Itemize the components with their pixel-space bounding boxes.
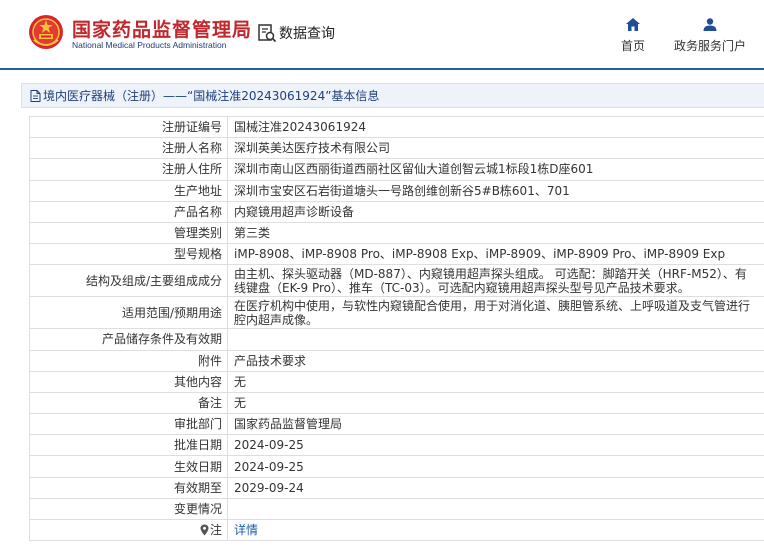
field-value	[227, 328, 764, 351]
field-value: iMP-8908、iMP-8908 Pro、iMP-8908 Exp、iMP-8…	[227, 243, 764, 266]
data-query-label: 数据查询	[279, 26, 335, 42]
nav-home[interactable]: 首页	[617, 18, 649, 54]
search-document-icon	[258, 24, 277, 43]
field-value: 国械注准20243061924	[227, 115, 764, 139]
table-row: 适用范围/预期用途 在医疗机构中使用，与软性内窥镜配合使用，用于对消化道、胰胆管…	[29, 296, 764, 330]
table-row: 变更情况	[29, 497, 764, 521]
site-logo-subtitle[interactable]: National Medical Products Administration	[72, 40, 227, 50]
home-icon	[626, 18, 640, 31]
field-value: 无	[227, 370, 764, 393]
field-value: 内窥镜用超声诊断设备	[227, 200, 764, 223]
field-label: 备注	[29, 391, 228, 415]
field-value: 在医疗机构中使用，与软性内窥镜配合使用，用于对消化道、胰胆管系统、上呼吸道及支气…	[227, 296, 764, 330]
field-value: 深圳市南山区西丽街道西丽社区留仙大道创智云城1标段1栋D座601	[227, 158, 764, 181]
user-icon	[703, 18, 717, 31]
field-value: 国家药品监督管理局	[227, 413, 764, 436]
data-query-link[interactable]: 数据查询	[257, 22, 335, 44]
field-label: 产品储存条件及有效期	[29, 328, 228, 351]
field-label: 管理类别	[29, 221, 228, 245]
field-value: 无	[227, 391, 764, 415]
table-row: 型号规格 iMP-8908、iMP-8908 Pro、iMP-8908 Exp、…	[29, 243, 764, 266]
field-value	[227, 497, 764, 521]
nav-gov-service-portal[interactable]: 政务服务门户	[670, 18, 750, 54]
table-row: 产品储存条件及有效期	[29, 328, 764, 351]
table-row: 注册人住所 深圳市南山区西丽街道西丽社区留仙大道创智云城1标段1栋D座601	[29, 158, 764, 181]
breadcrumb-text: 境内医疗器械（注册）——“国械注准20243061924”基本信息	[43, 89, 380, 103]
field-label: 适用范围/预期用途	[29, 296, 228, 330]
field-value: 2029-09-24	[227, 476, 764, 499]
field-label: 型号规格	[29, 243, 228, 266]
table-row: 批准日期 2024-09-25	[29, 434, 764, 457]
table-row: 注 详情	[29, 518, 764, 542]
field-value: 2024-09-25	[227, 434, 764, 457]
table-row: 产品名称 内窥镜用超声诊断设备	[29, 200, 764, 223]
table-row: 注册证编号 国械注准20243061924	[29, 115, 764, 139]
field-label: 注册证编号	[29, 115, 228, 139]
nav-gov-label: 政务服务门户	[673, 39, 746, 53]
header-divider	[0, 68, 764, 70]
table-row: 备注 无	[29, 391, 764, 415]
table-row: 有效期至 2029-09-24	[29, 476, 764, 499]
field-label: 生产地址	[29, 179, 228, 202]
site-header: 国家药品监督管理局 National Medical Products Admi…	[0, 0, 764, 70]
table-row: 管理类别 第三类	[29, 221, 764, 245]
field-label: 注册人名称	[29, 137, 228, 160]
detail-table: 注册证编号 国械注准20243061924 注册人名称 深圳英美达医疗技术有限公…	[29, 115, 764, 542]
field-label: 附件	[29, 349, 228, 372]
field-label: 结构及组成/主要组成成分	[29, 264, 228, 298]
field-label: 产品名称	[29, 200, 228, 223]
table-row: 附件 产品技术要求	[29, 349, 764, 372]
field-value: 2024-09-25	[227, 455, 764, 478]
national-emblem-icon	[29, 15, 63, 49]
details-link[interactable]: 详情	[234, 523, 258, 537]
location-pin-icon	[200, 524, 209, 536]
site-logo-title[interactable]: 国家药品监督管理局	[72, 15, 252, 42]
table-row: 审批部门 国家药品监督管理局	[29, 413, 764, 436]
breadcrumb: 境内医疗器械（注册）——“国械注准20243061924”基本信息	[21, 83, 764, 108]
field-label-note: 注	[29, 518, 228, 542]
nav-home-label: 首页	[620, 39, 645, 53]
field-label: 其他内容	[29, 370, 228, 393]
field-label: 注册人住所	[29, 158, 228, 181]
table-row: 其他内容 无	[29, 370, 764, 393]
field-value: 产品技术要求	[227, 349, 764, 372]
field-label: 有效期至	[29, 476, 228, 499]
document-icon	[30, 89, 41, 102]
field-label: 批准日期	[29, 434, 228, 457]
table-row: 生效日期 2024-09-25	[29, 455, 764, 478]
table-row: 注册人名称 深圳英美达医疗技术有限公司	[29, 137, 764, 160]
field-label: 变更情况	[29, 497, 228, 521]
field-value: 详情	[227, 518, 764, 542]
note-label: 注	[209, 523, 222, 538]
field-value: 深圳英美达医疗技术有限公司	[227, 137, 764, 160]
field-label: 审批部门	[29, 413, 228, 436]
field-value: 深圳市宝安区石岩街道塘头一号路创维创新谷5#B栋601、701	[227, 179, 764, 202]
field-value: 第三类	[227, 221, 764, 245]
table-row: 结构及组成/主要组成成分 由主机、探头驱动器（MD-887）、内窥镜用超声探头组…	[29, 264, 764, 298]
table-row: 生产地址 深圳市宝安区石岩街道塘头一号路创维创新谷5#B栋601、701	[29, 179, 764, 202]
field-label: 生效日期	[29, 455, 228, 478]
field-value: 由主机、探头驱动器（MD-887）、内窥镜用超声探头组成。 可选配：脚踏开关（H…	[227, 264, 764, 298]
